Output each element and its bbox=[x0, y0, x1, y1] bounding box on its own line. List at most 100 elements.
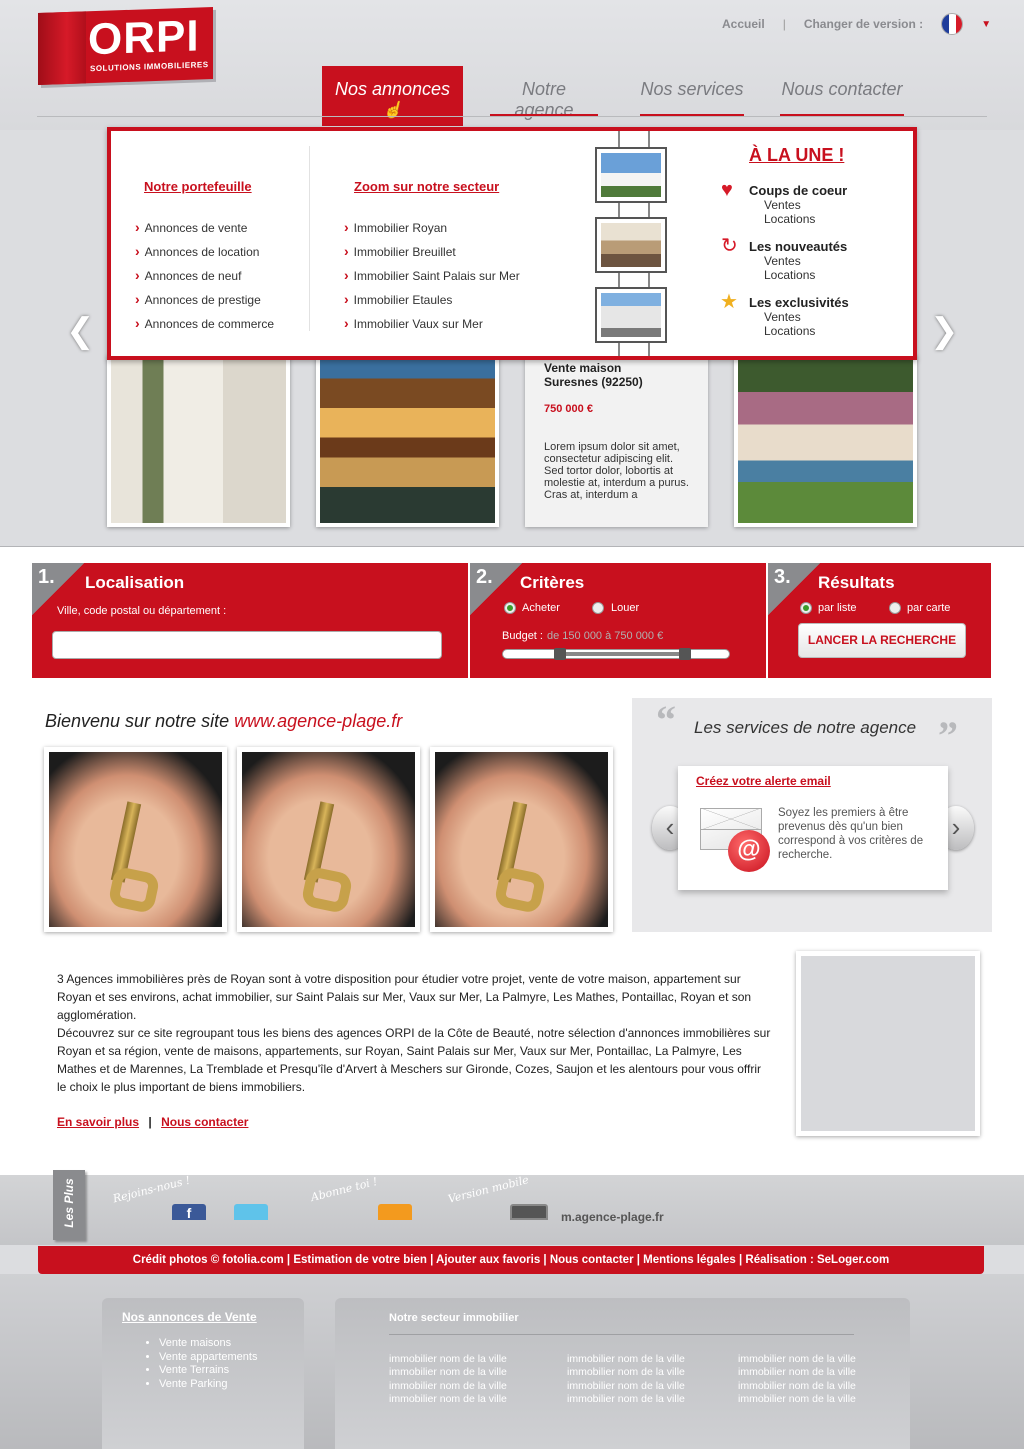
slider-max-handle[interactable] bbox=[679, 648, 692, 660]
step-number-text: 1. bbox=[38, 566, 55, 588]
thumbnail[interactable] bbox=[595, 217, 667, 273]
close-quote-icon: ” bbox=[938, 713, 958, 758]
home-link[interactable]: Accueil bbox=[722, 17, 765, 31]
nav-notre-agence[interactable]: Notre agence bbox=[490, 66, 598, 126]
step-title: Critères bbox=[520, 573, 585, 592]
une-rent-link[interactable]: Locations bbox=[764, 212, 815, 226]
key-ring bbox=[493, 865, 547, 915]
open-quote-icon: “ bbox=[656, 697, 676, 742]
portfolio-item[interactable]: Annonces de commerce bbox=[135, 315, 274, 339]
interior-photo bbox=[111, 359, 286, 523]
sector-item[interactable]: Immobilier Etaules bbox=[344, 291, 520, 315]
sector-item[interactable]: Immobilier Royan bbox=[344, 219, 520, 243]
footer-sector-panel: Notre secteur immobilier immobilier nom … bbox=[335, 1298, 910, 1449]
portfolio-item[interactable]: Annonces de prestige bbox=[135, 291, 274, 315]
nav-nous-contacter[interactable]: Nous contacter bbox=[780, 66, 904, 126]
facebook-icon[interactable]: f bbox=[172, 1204, 206, 1221]
key-photo-card[interactable] bbox=[44, 747, 227, 932]
map-radio[interactable] bbox=[889, 602, 901, 614]
search-step-resultats: 3. Résultats par liste par carte LANCER … bbox=[768, 563, 991, 678]
contact-link[interactable]: Nous contacter bbox=[161, 1115, 248, 1129]
une-rent-link[interactable]: Locations bbox=[764, 324, 815, 338]
step-number-text: 3. bbox=[774, 566, 791, 588]
thumbnail[interactable] bbox=[595, 147, 667, 203]
sector-item[interactable]: Immobilier Vaux sur Mer bbox=[344, 315, 520, 339]
sector-link[interactable]: immobilier nom de la ville bbox=[389, 1366, 507, 1379]
les-plus-label: Les Plus bbox=[62, 1178, 76, 1228]
featured-listing[interactable]: Vente maison Suresnes (92250) 750 000 € … bbox=[525, 355, 708, 527]
sector-link[interactable]: immobilier nom de la ville bbox=[389, 1393, 507, 1406]
sector-link[interactable]: immobilier nom de la ville bbox=[738, 1380, 856, 1393]
change-version-label: Changer de version : bbox=[803, 17, 924, 31]
une-heading[interactable]: Les exclusivités bbox=[749, 295, 849, 310]
carousel-card[interactable] bbox=[316, 355, 499, 527]
rss-icon[interactable] bbox=[378, 1204, 412, 1220]
une-rent-link[interactable]: Locations bbox=[764, 268, 815, 282]
sector-link[interactable]: immobilier nom de la ville bbox=[567, 1393, 685, 1406]
buy-radio[interactable] bbox=[504, 602, 516, 614]
portfolio-item[interactable]: Annonces de vente bbox=[135, 219, 274, 243]
separator: | bbox=[148, 1115, 152, 1129]
search-button[interactable]: LANCER LA RECHERCHE bbox=[798, 623, 966, 658]
sector-item[interactable]: Immobilier Breuillet bbox=[344, 243, 520, 267]
listing-title: Vente maison bbox=[544, 361, 622, 375]
thumbnail[interactable] bbox=[595, 287, 667, 343]
mobile-url[interactable]: m.agence-plage.fr bbox=[561, 1210, 664, 1224]
une-heading[interactable]: Coups de coeur bbox=[749, 183, 847, 198]
portfolio-title: Notre portefeuille bbox=[144, 179, 252, 194]
sector-link[interactable]: immobilier nom de la ville bbox=[567, 1380, 685, 1393]
chevron-down-icon[interactable]: ▼ bbox=[981, 19, 991, 30]
sector-link[interactable]: immobilier nom de la ville bbox=[738, 1366, 856, 1379]
footer-sale-item[interactable]: Vente maisons bbox=[159, 1337, 257, 1351]
key-ring bbox=[107, 865, 161, 915]
slider-min-handle[interactable] bbox=[554, 648, 566, 660]
footer-sale-item[interactable]: Vente appartements bbox=[159, 1351, 257, 1365]
footer-sector-col: immobilier nom de la ville immobilier no… bbox=[738, 1353, 856, 1406]
sector-link[interactable]: immobilier nom de la ville bbox=[738, 1393, 856, 1406]
key-photo-card[interactable] bbox=[430, 747, 613, 932]
budget-slider[interactable] bbox=[502, 648, 730, 660]
portfolio-item[interactable]: Annonces de neuf bbox=[135, 267, 274, 291]
list-radio[interactable] bbox=[800, 602, 812, 614]
sector-link[interactable]: immobilier nom de la ville bbox=[567, 1366, 685, 1379]
nav-nos-services[interactable]: Nos services bbox=[640, 66, 744, 126]
carousel-prev-button[interactable]: ❮ bbox=[66, 313, 96, 349]
nav-nos-annonces[interactable]: Nos annonces ☝ bbox=[322, 66, 463, 126]
rent-radio[interactable] bbox=[592, 602, 604, 614]
welcome-url[interactable]: www.agence-plage.fr bbox=[234, 711, 402, 731]
footer-sector-title: Notre secteur immobilier bbox=[389, 1312, 519, 1324]
carousel-card[interactable] bbox=[107, 355, 290, 527]
learn-more-link[interactable]: En savoir plus bbox=[57, 1115, 139, 1129]
sector-link[interactable]: immobilier nom de la ville bbox=[389, 1380, 507, 1393]
search-step-localisation: 1. Localisation Ville, code postal ou dé… bbox=[32, 563, 468, 678]
step-title: Localisation bbox=[85, 573, 185, 592]
budget-label: Budget : bbox=[502, 630, 543, 642]
une-sale-link[interactable]: Ventes bbox=[764, 198, 801, 212]
dropdown-divider bbox=[309, 146, 310, 331]
footer-sale-title[interactable]: Nos annonces de Vente bbox=[122, 1310, 257, 1324]
footer-sale-item[interactable]: Vente Terrains bbox=[159, 1364, 257, 1378]
sector-item[interactable]: Immobilier Saint Palais sur Mer bbox=[344, 267, 520, 291]
une-sale-link[interactable]: Ventes bbox=[764, 254, 801, 268]
portfolio-item[interactable]: Annonces de location bbox=[135, 243, 274, 267]
orpi-logo[interactable]: ORPI SOLUTIONS IMMOBILIERES bbox=[38, 6, 213, 86]
mobile-icon[interactable] bbox=[510, 1204, 548, 1220]
une-heading[interactable]: Les nouveautés bbox=[749, 239, 847, 254]
une-sale-link[interactable]: Ventes bbox=[764, 310, 801, 324]
location-input[interactable] bbox=[52, 631, 442, 659]
service-card[interactable]: Créez votre alerte email @ Soyez les pre… bbox=[678, 766, 948, 890]
carousel-card[interactable] bbox=[734, 355, 917, 527]
carousel-next-button[interactable]: ❯ bbox=[930, 313, 960, 349]
credits-bar[interactable]: Crédit photos © fotolia.com | Estimation… bbox=[38, 1246, 984, 1274]
service-card-title[interactable]: Créez votre alerte email bbox=[696, 774, 831, 788]
sector-link[interactable]: immobilier nom de la ville bbox=[389, 1353, 507, 1366]
search-step-criteres: 2. Critères Acheter Louer Budget : de 15… bbox=[470, 563, 766, 678]
footer-sale-item[interactable]: Vente Parking bbox=[159, 1378, 257, 1392]
key-photo bbox=[435, 752, 608, 927]
key-photo-card[interactable] bbox=[237, 747, 420, 932]
france-flag-icon[interactable] bbox=[941, 13, 964, 35]
services-panel: “ ” Les services de notre agence ‹ › Cré… bbox=[632, 697, 992, 932]
sector-link[interactable]: immobilier nom de la ville bbox=[738, 1353, 856, 1366]
twitter-icon[interactable] bbox=[234, 1204, 268, 1220]
sector-link[interactable]: immobilier nom de la ville bbox=[567, 1353, 685, 1366]
